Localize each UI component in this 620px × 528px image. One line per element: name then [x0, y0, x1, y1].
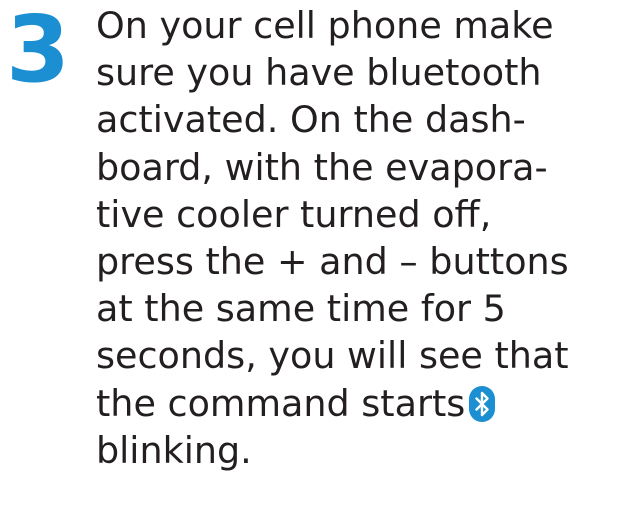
instruction-line-4: board, with the evapora- — [96, 145, 548, 189]
instruction-text: On your cell phone make sure you have bl… — [96, 2, 616, 474]
instruction-line-2: sure you have bluetooth — [96, 51, 542, 95]
bluetooth-icon — [469, 385, 496, 422]
instruction-line-7: at the same time for 5 — [96, 287, 506, 331]
instruction-line-9-wrap: the command starts — [96, 380, 616, 427]
instruction-line-8: seconds, you will see that — [96, 334, 569, 378]
instruction-line-6: press the + and – buttons — [96, 240, 569, 284]
instruction-line-9: the command starts — [96, 381, 466, 425]
instruction-line-1: On your cell phone make — [96, 4, 554, 47]
step-number: 3 — [6, 0, 70, 103]
bluetooth-glyph — [475, 391, 490, 416]
instruction-line-5: tive cooler turned off, — [96, 192, 492, 236]
instruction-line-10: blinking. — [96, 428, 252, 472]
instruction-line-3: activated. On the dash- — [96, 98, 526, 142]
